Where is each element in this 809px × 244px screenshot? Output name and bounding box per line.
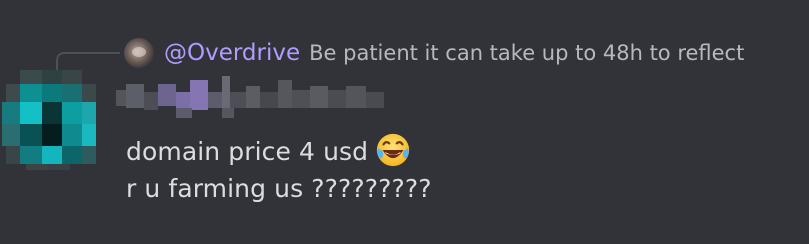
message-line: domain price 4 usd [126,131,412,173]
chat-message: @Overdrive Be patient it can take up to … [0,0,809,244]
face-with-tears-of-joy-icon[interactable] [374,131,412,173]
message-text: r u farming us ????????? [126,174,432,203]
message-text: domain price 4 usd [126,137,369,166]
author-username-obscured[interactable] [116,76,416,124]
avatar[interactable] [2,70,102,170]
reply-avatar[interactable] [124,38,154,68]
message-line: r u farming us ????????? [126,176,432,201]
reply-content[interactable]: Be patient it can take up to 48h to refl… [309,41,744,65]
reply-reference[interactable]: @Overdrive Be patient it can take up to … [124,36,744,70]
reply-username[interactable]: @Overdrive [164,40,300,66]
